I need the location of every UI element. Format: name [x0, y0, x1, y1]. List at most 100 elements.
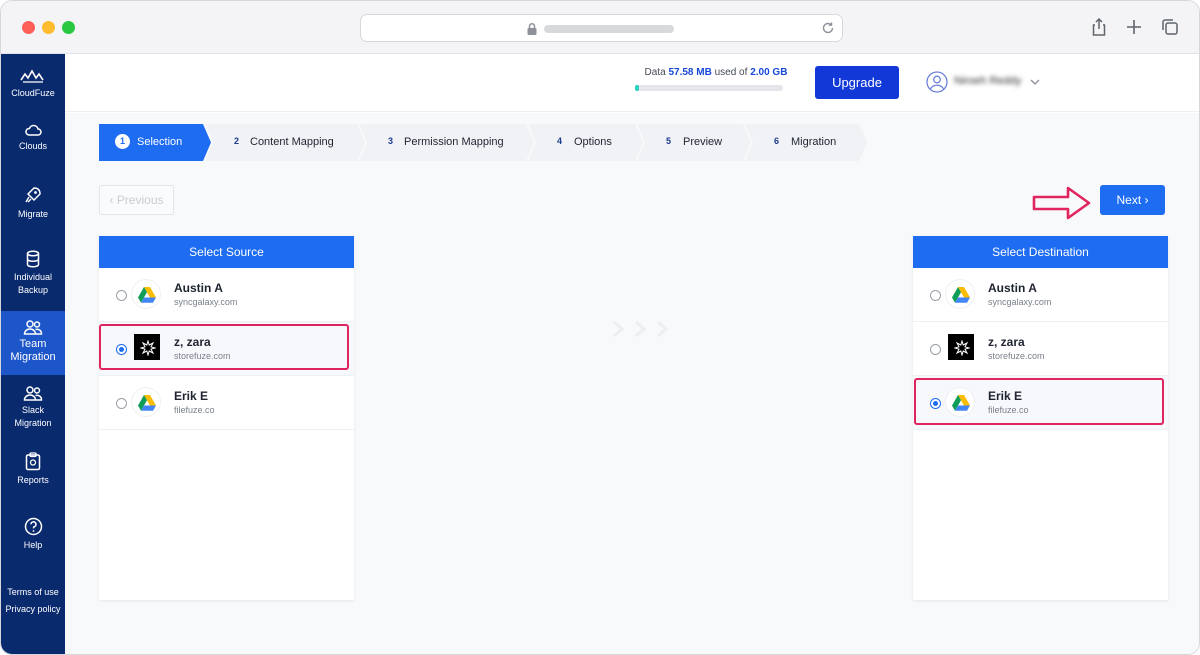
- destination-panel: Select Destination Austin A syncgalaxy.c…: [913, 236, 1168, 600]
- minimize-window-button[interactable]: [42, 21, 55, 34]
- sidebar-item-slack-migration[interactable]: Slack Migration: [1, 385, 65, 430]
- sidebar-item-individual-backup[interactable]: Individual Backup: [1, 250, 65, 297]
- box-dark-icon: [134, 334, 160, 360]
- step-preview[interactable]: 5 Preview: [637, 124, 751, 161]
- previous-label: Previous: [116, 193, 164, 207]
- step-options[interactable]: 4 Options: [528, 124, 643, 161]
- data-total: 2.00 GB: [750, 67, 788, 78]
- source-panel: Select Source Austin A syncgalaxy.com z,…: [99, 236, 354, 600]
- step-selection[interactable]: 1 Selection: [99, 124, 211, 161]
- data-used: 57.58 MB: [668, 67, 712, 78]
- destination-row-zara[interactable]: z, zara storefuze.com: [913, 322, 1168, 376]
- source-row-austin[interactable]: Austin A syncgalaxy.com: [99, 268, 354, 322]
- privacy-policy-link[interactable]: Privacy policy: [1, 604, 65, 614]
- previous-button[interactable]: ‹ Previous: [99, 185, 174, 215]
- source-row-zara[interactable]: z, zara storefuze.com: [99, 322, 354, 376]
- destination-radio[interactable]: [930, 290, 941, 301]
- sidebar-item-clouds[interactable]: Clouds: [1, 123, 65, 153]
- sidebar-brand[interactable]: CloudFuze: [1, 68, 65, 100]
- browser-titlebar: [1, 1, 1199, 54]
- zoom-window-button[interactable]: [62, 21, 75, 34]
- sidebar-item-label: Slack Migration: [14, 405, 52, 428]
- sidebar-item-label: Reports: [17, 475, 49, 485]
- tabs-icon[interactable]: [1159, 16, 1181, 38]
- users-icon: [23, 320, 43, 335]
- source-radio[interactable]: [116, 290, 127, 301]
- lock-icon: [527, 22, 537, 35]
- cloud-icon: [25, 124, 42, 136]
- source-radio[interactable]: [116, 398, 127, 409]
- step-number: 4: [556, 136, 562, 146]
- reload-icon[interactable]: [820, 20, 836, 36]
- account-name: Erik E: [988, 389, 1023, 403]
- source-radio[interactable]: [116, 344, 127, 355]
- step-label: Permission Mapping: [404, 136, 504, 148]
- sidebar-item-label: Migrate: [17, 209, 48, 219]
- sidebar-item-migrate[interactable]: Migrate: [1, 185, 65, 221]
- account-domain: filefuze.co: [174, 405, 215, 415]
- account-domain: storefuze.com: [174, 351, 231, 361]
- data-usage-bar: [635, 85, 783, 91]
- chevron-left-icon: ‹: [109, 193, 114, 207]
- destination-row-erik[interactable]: Erik E filefuze.co: [913, 376, 1168, 430]
- step-number: 3: [387, 136, 393, 146]
- sidebar-item-label: Individual Backup: [13, 272, 53, 295]
- sidebar-item-team-migration[interactable]: Team Migration: [1, 311, 65, 375]
- account-name: Austin A: [174, 281, 223, 295]
- account-domain: syncgalaxy.com: [988, 297, 1052, 307]
- app-header: Data 57.58 MB used of 2.00 GB Upgrade Ni…: [65, 54, 1199, 112]
- plus-icon[interactable]: [1123, 16, 1145, 38]
- step-number: 1: [115, 134, 130, 149]
- step-content-mapping[interactable]: 2 Content Mapping: [205, 124, 365, 161]
- sidebar-item-label: Clouds: [18, 141, 47, 151]
- step-label: Preview: [683, 136, 723, 148]
- destination-radio[interactable]: [930, 344, 941, 355]
- account-name: Erik E: [174, 389, 209, 403]
- step-migration[interactable]: 6 Migration: [745, 124, 867, 161]
- step-label: Content Mapping: [250, 136, 334, 148]
- main-content: 1 Selection 2 Content Mapping 3 Permissi…: [65, 113, 1199, 654]
- arrow-right-annotation-icon: [1032, 186, 1091, 220]
- next-button[interactable]: Next ›: [1100, 185, 1165, 215]
- share-icon[interactable]: [1088, 16, 1110, 38]
- sidebar-item-reports[interactable]: Reports: [1, 452, 65, 487]
- account-name: Austin A: [988, 281, 1037, 295]
- sidebar-item-help[interactable]: Help: [1, 517, 65, 552]
- account-domain: filefuze.co: [988, 405, 1029, 415]
- data-prefix: Data: [644, 67, 666, 78]
- close-window-button[interactable]: [22, 21, 35, 34]
- browser-window: CloudFuze Clouds Migrate Individual Back…: [0, 0, 1200, 655]
- account-name: z, zara: [174, 335, 211, 349]
- rocket-icon: [25, 187, 41, 203]
- box-dark-icon: [948, 334, 974, 360]
- address-bar[interactable]: [360, 14, 843, 42]
- help-icon: [24, 517, 42, 536]
- sidebar-item-label: Help: [23, 540, 43, 550]
- database-icon: [26, 250, 40, 268]
- upgrade-button[interactable]: Upgrade: [815, 66, 899, 99]
- account-name: z, zara: [988, 335, 1025, 349]
- chevrons-right-icon: [613, 320, 669, 338]
- step-number: 2: [233, 136, 239, 146]
- destination-radio[interactable]: [930, 398, 941, 409]
- cloudfuze-logo-icon: [20, 69, 44, 83]
- sidebar-item-label: Team Migration: [10, 338, 56, 363]
- chevron-down-icon[interactable]: [1030, 78, 1040, 86]
- step-permission-mapping[interactable]: 3 Permission Mapping: [359, 124, 534, 161]
- next-label: Next: [1116, 193, 1142, 207]
- terms-of-use-link[interactable]: Terms of use: [1, 587, 65, 597]
- chevron-right-icon: ›: [1144, 193, 1149, 207]
- brand-label: CloudFuze: [11, 88, 55, 98]
- clipboard-icon: [25, 452, 41, 471]
- destination-panel-title: Select Destination: [913, 236, 1168, 268]
- user-name[interactable]: Niroeh Reddy: [954, 75, 1021, 87]
- source-row-erik[interactable]: Erik E filefuze.co: [99, 376, 354, 430]
- user-avatar-icon[interactable]: [926, 71, 948, 93]
- url-text-blurred: [544, 25, 674, 33]
- google-drive-icon: [131, 279, 161, 309]
- source-panel-title: Select Source: [99, 236, 354, 268]
- sidebar: CloudFuze Clouds Migrate Individual Back…: [1, 54, 65, 654]
- destination-row-austin[interactable]: Austin A syncgalaxy.com: [913, 268, 1168, 322]
- users-icon: [23, 386, 43, 401]
- step-label: Options: [574, 136, 612, 148]
